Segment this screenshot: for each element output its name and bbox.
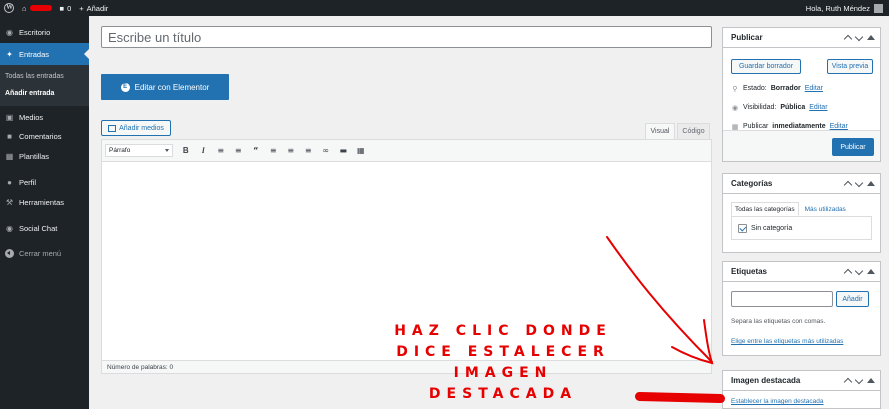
annotation-arrow	[606, 236, 714, 365]
